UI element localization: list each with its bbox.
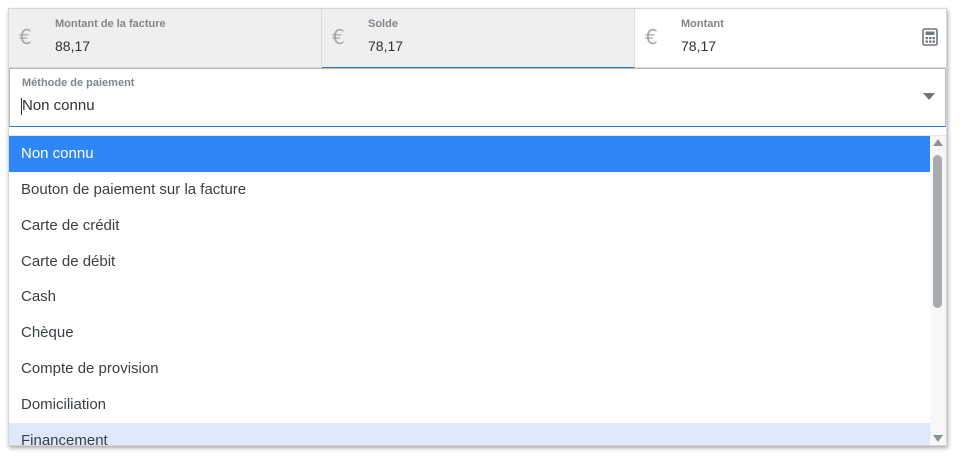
invoice-amount-field: € Montant de la facture 88,17 bbox=[9, 9, 322, 68]
scroll-down-arrow-icon[interactable] bbox=[933, 435, 943, 442]
balance-value: 78,17 bbox=[368, 38, 404, 54]
payment-method-select[interactable]: Méthode de paiement Non connu bbox=[9, 68, 946, 127]
option-compte-provision[interactable]: Compte de provision bbox=[9, 351, 930, 387]
option-domiciliation[interactable]: Domiciliation bbox=[9, 387, 930, 423]
scroll-up-arrow-icon[interactable] bbox=[933, 139, 943, 146]
option-carte-debit[interactable]: Carte de débit bbox=[9, 244, 930, 280]
payment-method-label: Méthode de paiement bbox=[22, 77, 135, 89]
euro-icon: € bbox=[19, 25, 32, 49]
option-cash[interactable]: Cash bbox=[9, 279, 930, 315]
balance-label: Solde bbox=[368, 18, 398, 30]
payment-method-value[interactable]: Non connu bbox=[22, 97, 95, 114]
option-financement[interactable]: Financement bbox=[9, 423, 930, 445]
option-non-connu[interactable]: Non connu bbox=[9, 136, 930, 172]
dropdown-scrollbar[interactable] bbox=[930, 136, 946, 445]
option-carte-credit[interactable]: Carte de crédit bbox=[9, 208, 930, 244]
payment-method-dropdown: Non connu Bouton de paiement sur la fact… bbox=[9, 135, 946, 445]
invoice-amount-value: 88,17 bbox=[55, 38, 91, 54]
option-bouton-paiement[interactable]: Bouton de paiement sur la facture bbox=[9, 172, 930, 208]
calculator-icon[interactable] bbox=[922, 28, 938, 46]
amounts-row: € Montant de la facture 88,17 € Solde 78… bbox=[9, 9, 946, 68]
payment-form: € Montant de la facture 88,17 € Solde 78… bbox=[8, 8, 947, 446]
amount-label: Montant bbox=[681, 18, 724, 30]
euro-icon: € bbox=[645, 25, 658, 49]
euro-icon: € bbox=[332, 25, 345, 49]
amount-field[interactable]: € Montant 78,17 bbox=[635, 9, 946, 68]
amount-input[interactable]: 78,17 bbox=[681, 38, 716, 54]
invoice-amount-label: Montant de la facture bbox=[55, 18, 166, 30]
scrollbar-thumb[interactable] bbox=[933, 155, 942, 308]
balance-field: € Solde 78,17 bbox=[322, 9, 635, 68]
chevron-down-icon[interactable] bbox=[923, 93, 935, 100]
option-cheque[interactable]: Chèque bbox=[9, 315, 930, 351]
